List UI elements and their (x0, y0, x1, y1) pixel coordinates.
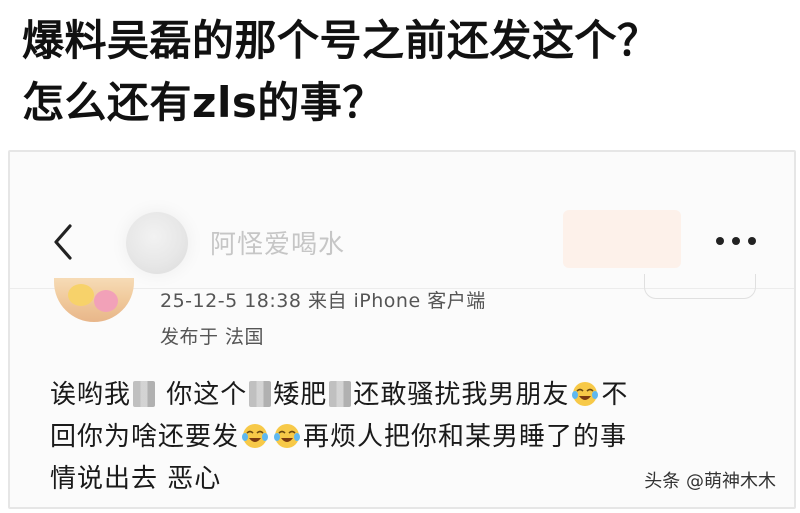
post-text-segment: 不 (601, 380, 629, 410)
headline-line-1: 爆料吴磊的那个号之前还发这个？ (22, 16, 660, 65)
post-text-segment: 你这个 (166, 380, 248, 410)
headline: 爆料吴磊的那个号之前还发这个？ 怎么还有zls的事？ (22, 10, 782, 134)
post-meta: 25-12-5 18:38 来自 iPhone 客户端 (160, 290, 486, 312)
post-text-segment: 再烦人把你和某男睡了的事 (303, 422, 628, 452)
profile-header: 阿怪爱喝水 (10, 204, 794, 282)
post-screenshot: 阿怪爱喝水 25-12-5 18:38 来自 iPhone 客户端 发布于 法国… (8, 150, 796, 509)
follow-button[interactable] (563, 210, 681, 268)
more-horizontal-icon[interactable] (714, 234, 758, 248)
headline-line-2: 怎么还有zls的事？ (22, 78, 385, 127)
chevron-left-icon[interactable] (48, 222, 78, 262)
censored-mosaic (249, 381, 272, 407)
censored-mosaic (329, 381, 352, 407)
censored-mosaic (133, 381, 156, 407)
post-text-line-2: 回你为啥还要发 再烦人把你和某男睡了的事 (50, 416, 750, 458)
laughing-crying-emoji-icon (274, 424, 301, 448)
post-text-line-1: 诶哟我 你这个 矮肥 还敢骚扰我男朋友 不 (50, 374, 750, 416)
post-text-segment: 回你为啥还要发 (50, 422, 240, 452)
username[interactable]: 阿怪爱喝水 (210, 224, 345, 261)
post-text-segment: 矮肥 (273, 380, 328, 410)
avatar[interactable] (126, 212, 188, 274)
watermark: 头条 @萌神木木 (644, 471, 776, 492)
post-location: 发布于 法国 (160, 326, 265, 348)
post-text-segment: 诶哟我 (50, 380, 132, 410)
post-author-avatar[interactable] (54, 278, 134, 322)
post-text-segment: 还敢骚扰我男朋友 (353, 380, 570, 410)
card-action-button[interactable] (644, 274, 756, 299)
laughing-crying-emoji-icon (242, 424, 269, 448)
laughing-crying-emoji-icon (572, 382, 599, 406)
